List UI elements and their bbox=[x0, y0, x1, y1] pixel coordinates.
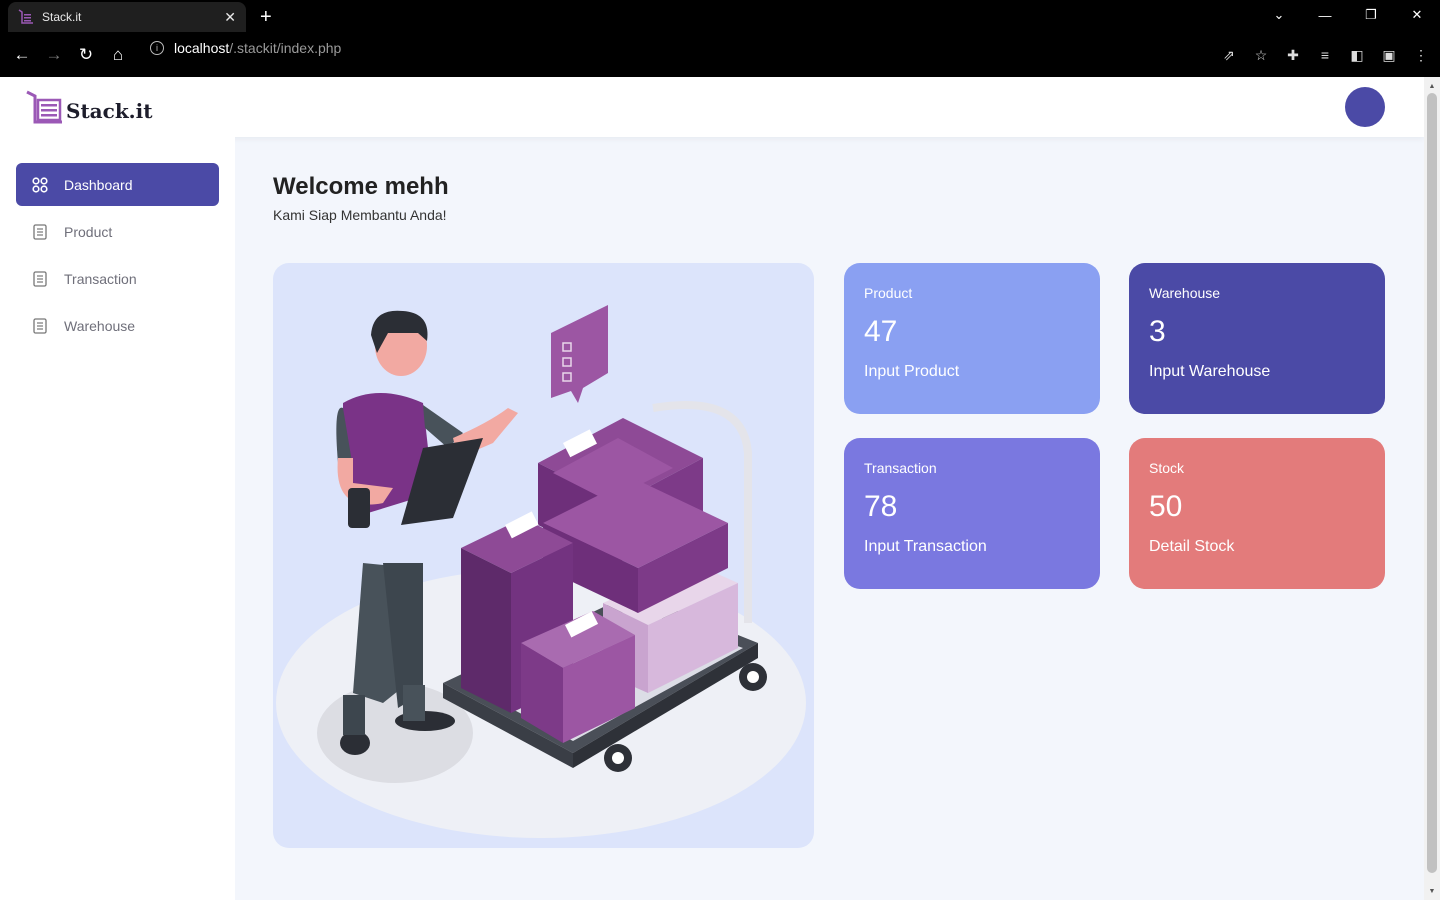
restore-icon[interactable]: ❐ bbox=[1348, 4, 1394, 26]
card-label: Warehouse bbox=[1149, 285, 1221, 301]
document-icon bbox=[32, 223, 48, 240]
card-label: Transaction bbox=[864, 460, 937, 476]
browser-chrome: Stack.it ✕ + ⌄ — ❐ ✕ ← → ↻ ⌂ i localhost… bbox=[0, 0, 1440, 77]
detail-stock-link[interactable]: Detail Stock bbox=[1149, 538, 1365, 556]
browser-tab[interactable]: Stack.it ✕ bbox=[8, 2, 246, 32]
document-icon bbox=[32, 317, 48, 334]
minimize-icon[interactable]: — bbox=[1302, 4, 1348, 26]
reading-list-icon[interactable]: ≡ bbox=[1314, 44, 1336, 66]
bookmark-star-icon[interactable]: ☆ bbox=[1250, 44, 1272, 66]
sidebar-item-label: Dashboard bbox=[64, 176, 133, 193]
tab-close-icon[interactable]: ✕ bbox=[224, 9, 236, 26]
sidebar-item-label: Warehouse bbox=[64, 317, 136, 334]
sidebar-item-warehouse[interactable]: Warehouse bbox=[16, 304, 219, 347]
input-warehouse-link[interactable]: Input Warehouse bbox=[1149, 363, 1365, 381]
page-title: Welcome mehh bbox=[273, 173, 449, 200]
user-avatar[interactable] bbox=[1345, 87, 1385, 127]
side-panel-icon[interactable]: ◧ bbox=[1346, 44, 1368, 66]
forward-icon[interactable]: → bbox=[38, 39, 70, 71]
scrollbar-thumb[interactable] bbox=[1427, 93, 1437, 873]
sidebar: Dashboard Product Transaction Warehouse bbox=[0, 137, 235, 900]
transaction-card[interactable]: Transaction 78 Input Transaction bbox=[844, 438, 1100, 589]
card-value: 78 bbox=[864, 490, 898, 523]
card-label: Product bbox=[864, 285, 913, 301]
stock-card[interactable]: Stock 50 Detail Stock bbox=[1129, 438, 1385, 589]
page-content: Stack.it Dashboard Product Transaction W… bbox=[0, 77, 1424, 900]
worker-boxes-illustration bbox=[276, 305, 806, 838]
app-logo[interactable]: Stack.it bbox=[26, 89, 152, 125]
url-host: localhost bbox=[174, 40, 230, 56]
warehouse-card[interactable]: Warehouse 3 Input Warehouse bbox=[1129, 263, 1385, 414]
address-bar[interactable]: i localhost/.stackit/index.php bbox=[150, 40, 341, 56]
site-info-icon[interactable]: i bbox=[150, 41, 164, 55]
tab-title: Stack.it bbox=[42, 10, 82, 24]
url-path: /.stackit/index.php bbox=[229, 40, 342, 56]
card-label: Stock bbox=[1149, 460, 1185, 476]
browser-toolbar: ← → ↻ ⌂ i localhost/.stackit/index.php ⇗… bbox=[0, 34, 1440, 76]
stackit-logo-icon bbox=[26, 90, 62, 124]
home-icon[interactable]: ⌂ bbox=[102, 39, 134, 71]
card-value: 50 bbox=[1149, 490, 1183, 523]
card-value: 47 bbox=[864, 315, 898, 348]
extensions-icon[interactable]: ✚ bbox=[1282, 44, 1304, 66]
card-value: 3 bbox=[1149, 315, 1166, 348]
profile-icon[interactable]: ▣ bbox=[1378, 44, 1400, 66]
close-window-icon[interactable]: ✕ bbox=[1394, 4, 1440, 26]
back-icon[interactable]: ← bbox=[6, 39, 38, 71]
warehouse-illustration bbox=[273, 263, 814, 848]
logo-text: Stack.it bbox=[66, 99, 153, 123]
scroll-up-icon[interactable]: ▲ bbox=[1424, 79, 1440, 93]
sidebar-item-dashboard[interactable]: Dashboard bbox=[16, 163, 219, 206]
top-bar: Stack.it bbox=[0, 77, 1424, 137]
reload-icon[interactable]: ↻ bbox=[70, 39, 102, 71]
tab-search-icon[interactable]: ⌄ bbox=[1256, 4, 1302, 26]
grid-icon bbox=[32, 176, 48, 193]
input-product-link[interactable]: Input Product bbox=[864, 363, 1080, 381]
sidebar-item-label: Product bbox=[64, 223, 113, 240]
stackit-favicon-icon bbox=[18, 9, 33, 24]
page-scrollbar[interactable]: ▲ ▼ bbox=[1424, 77, 1440, 900]
sidebar-item-label: Transaction bbox=[64, 270, 137, 287]
sidebar-item-transaction[interactable]: Transaction bbox=[16, 257, 219, 300]
page-subtitle: Kami Siap Membantu Anda! bbox=[273, 207, 447, 223]
scroll-down-icon[interactable]: ▼ bbox=[1424, 884, 1440, 898]
new-tab-icon[interactable]: + bbox=[260, 6, 272, 29]
document-icon bbox=[32, 270, 48, 287]
sidebar-item-product[interactable]: Product bbox=[16, 210, 219, 253]
input-transaction-link[interactable]: Input Transaction bbox=[864, 538, 1080, 556]
product-card[interactable]: Product 47 Input Product bbox=[844, 263, 1100, 414]
browser-menu-icon[interactable]: ⋮ bbox=[1410, 44, 1432, 66]
share-icon[interactable]: ⇗ bbox=[1218, 44, 1240, 66]
